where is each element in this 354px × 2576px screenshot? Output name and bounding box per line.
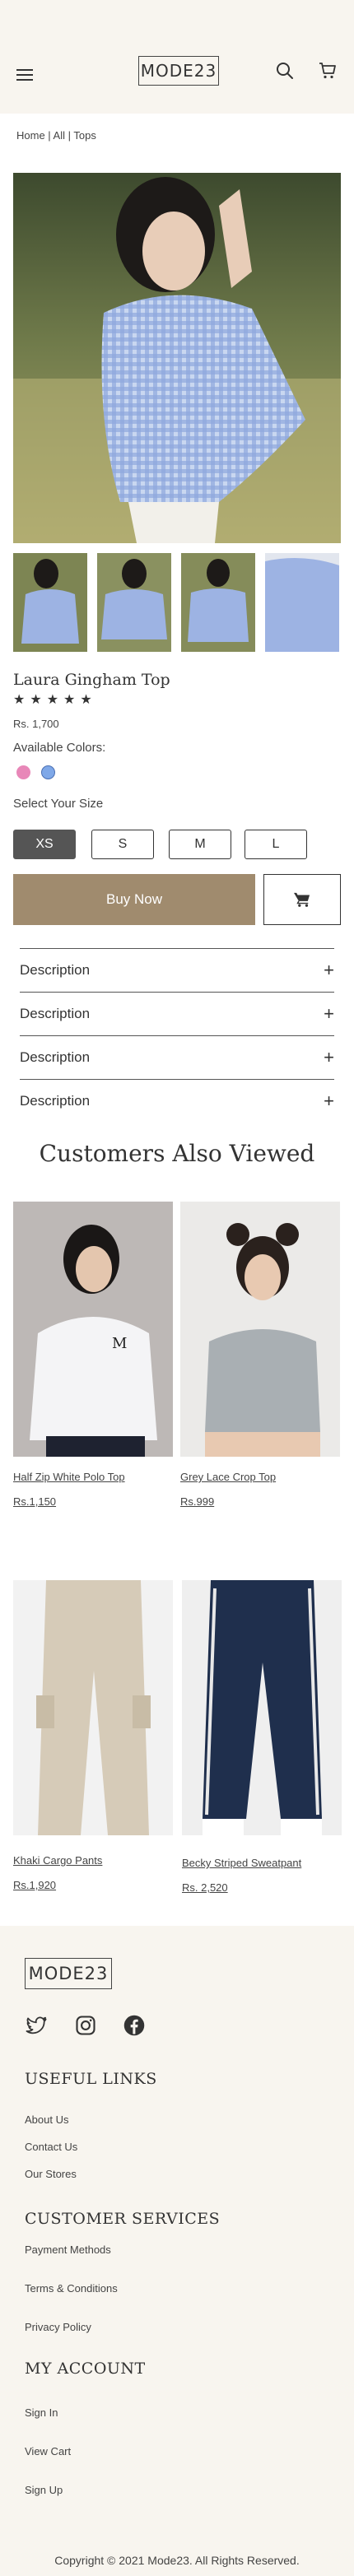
- star-icon: ★: [13, 693, 26, 707]
- size-button-xs[interactable]: XS: [13, 830, 76, 859]
- accordion-label: Description: [20, 961, 91, 978]
- footer-link-viewcart[interactable]: View Cart: [25, 2445, 71, 2457]
- plus-icon: +: [324, 1090, 334, 1111]
- color-swatch-blue[interactable]: [41, 765, 55, 779]
- accordion-description[interactable]: Description +: [20, 948, 334, 991]
- accordion-description[interactable]: Description +: [20, 1079, 334, 1122]
- facebook-icon[interactable]: [123, 2014, 146, 2037]
- size-label: Select Your Size: [13, 797, 104, 811]
- product-name[interactable]: Grey Lace Crop Top: [180, 1471, 276, 1483]
- product-thumbnail[interactable]: [97, 553, 171, 652]
- product-image[interactable]: [180, 1202, 340, 1457]
- product-price: Rs.1,920: [13, 1879, 57, 1891]
- star-rating: ★ ★ ★ ★ ★: [13, 694, 92, 707]
- product-name[interactable]: Half Zip White Polo Top: [13, 1471, 125, 1483]
- footer-link-stores[interactable]: Our Stores: [25, 2168, 77, 2180]
- star-icon: ★: [30, 693, 42, 707]
- footer-link-about[interactable]: About Us: [25, 2113, 68, 2126]
- star-icon: ★: [80, 693, 92, 707]
- colors-label: Available Colors:: [13, 741, 106, 755]
- footer-link-signup[interactable]: Sign Up: [25, 2484, 63, 2496]
- site-footer: MODE23 USEFUL LINKS About Us Contact Us …: [0, 1926, 354, 2576]
- footer-link-contact[interactable]: Contact Us: [25, 2141, 77, 2153]
- footer-link-terms[interactable]: Terms & Conditions: [25, 2282, 118, 2295]
- buy-now-button[interactable]: Buy Now: [13, 874, 255, 925]
- twitter-icon[interactable]: [25, 2014, 48, 2037]
- product-thumbnail[interactable]: [265, 553, 339, 652]
- product-image[interactable]: [182, 1580, 342, 1835]
- plus-icon: +: [324, 959, 334, 980]
- accordion-description[interactable]: Description +: [20, 1035, 334, 1078]
- color-swatch-pink[interactable]: [16, 765, 30, 779]
- add-to-cart-button[interactable]: [263, 874, 341, 925]
- product-main-image[interactable]: [13, 173, 341, 543]
- useful-links-heading: USEFUL LINKS: [25, 2070, 157, 2088]
- product-name[interactable]: Khaki Cargo Pants: [13, 1854, 102, 1867]
- footer-logo[interactable]: MODE23: [25, 1958, 112, 1989]
- product-thumbnail[interactable]: [181, 553, 255, 652]
- accordion-label: Description: [20, 1005, 91, 1021]
- product-image[interactable]: [13, 1580, 173, 1835]
- footer-link-signin[interactable]: Sign In: [25, 2406, 58, 2419]
- site-logo[interactable]: MODE23: [138, 56, 219, 86]
- star-icon: ★: [63, 693, 76, 707]
- accordion-description[interactable]: Description +: [20, 992, 334, 1035]
- product-title: Laura Gingham Top: [13, 671, 170, 689]
- product-price: Rs.1,150: [13, 1495, 57, 1508]
- size-button-s[interactable]: S: [91, 830, 154, 859]
- size-button-l[interactable]: L: [245, 830, 307, 859]
- also-viewed-title: Customers Also Viewed: [39, 1140, 315, 1167]
- instagram-icon[interactable]: [74, 2014, 97, 2037]
- product-price: Rs. 2,520: [182, 1881, 228, 1894]
- plus-icon: +: [324, 1046, 334, 1067]
- product-price: Rs.999: [180, 1495, 215, 1508]
- star-icon: ★: [46, 693, 59, 707]
- product-price: Rs. 1,700: [13, 718, 59, 730]
- svg-text:M: M: [112, 1335, 127, 1352]
- cart-icon: [294, 892, 310, 907]
- accordion-label: Description: [20, 1092, 91, 1109]
- size-button-m[interactable]: M: [169, 830, 231, 859]
- site-header: MODE23: [0, 0, 354, 114]
- footer-link-payment[interactable]: Payment Methods: [25, 2244, 111, 2256]
- hamburger-menu-icon[interactable]: [16, 69, 33, 81]
- accordion-label: Description: [20, 1049, 91, 1065]
- search-icon[interactable]: [275, 61, 295, 81]
- my-account-heading: MY ACCOUNT: [25, 2360, 146, 2378]
- cart-icon[interactable]: [318, 61, 338, 81]
- product-name[interactable]: Becky Striped Sweatpant: [182, 1857, 301, 1869]
- product-image[interactable]: M: [13, 1202, 173, 1457]
- plus-icon: +: [324, 1002, 334, 1024]
- product-thumbnail[interactable]: [13, 553, 87, 652]
- customer-services-heading: CUSTOMER SERVICES: [25, 2210, 221, 2228]
- footer-link-privacy[interactable]: Privacy Policy: [25, 2321, 91, 2333]
- breadcrumb[interactable]: Home | All | Tops: [16, 129, 96, 142]
- copyright-text: Copyright © 2021 Mode23. All Rights Rese…: [54, 2554, 300, 2567]
- product-thumbnails: [13, 553, 341, 652]
